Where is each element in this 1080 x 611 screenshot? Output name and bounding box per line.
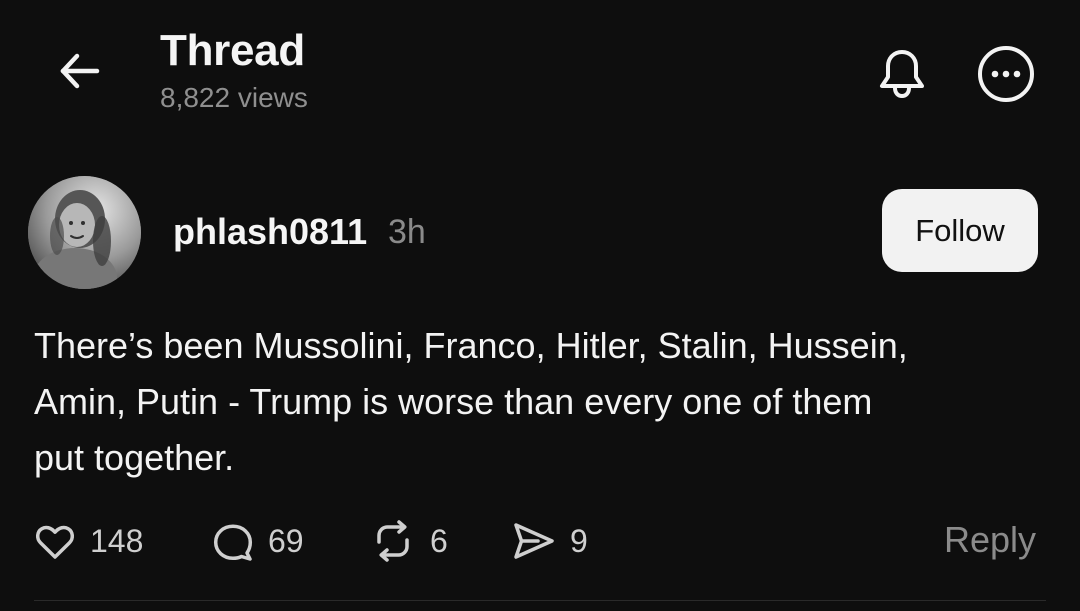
repost-button[interactable]: 6 (368, 516, 448, 566)
post-timestamp: 3h (388, 213, 426, 251)
page-title: Thread (160, 26, 305, 75)
notifications-button[interactable] (868, 40, 936, 108)
post-text: There’s been Mussolini, Franco, Hitler, … (34, 325, 908, 478)
more-horizontal-icon (976, 44, 1036, 104)
share-count: 9 (570, 523, 588, 559)
share-button[interactable]: 9 (510, 516, 588, 566)
heart-icon (32, 518, 78, 564)
divider (34, 600, 1046, 601)
view-count: 8,822 views (160, 82, 308, 113)
back-button[interactable] (50, 42, 108, 100)
bell-icon (873, 45, 931, 103)
follow-button[interactable]: Follow (882, 189, 1038, 272)
more-options-button[interactable] (972, 40, 1040, 108)
send-icon (510, 518, 558, 564)
repost-count: 6 (430, 523, 448, 559)
like-count: 148 (90, 523, 144, 559)
repost-icon (368, 518, 418, 564)
author-username[interactable]: phlash0811 (173, 210, 367, 254)
avatar[interactable] (28, 176, 141, 289)
comment-button[interactable]: 69 (210, 516, 304, 566)
reply-button[interactable]: Reply (944, 518, 1036, 562)
comment-count: 69 (268, 523, 304, 559)
like-button[interactable]: 148 (32, 516, 143, 566)
comment-bubble-icon (210, 518, 256, 564)
arrow-left-icon (55, 47, 103, 95)
thread-screen: Thread 8,822 views phlash0811 3h Follow … (0, 0, 1080, 611)
